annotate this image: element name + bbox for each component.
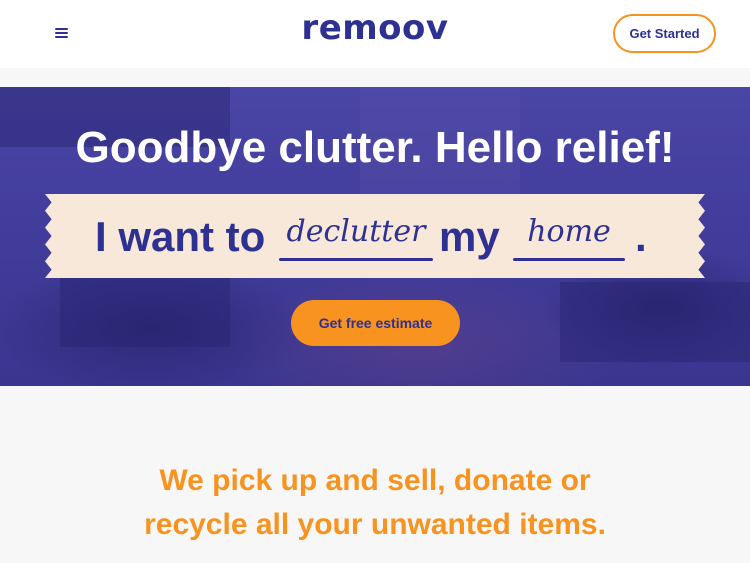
hero-section: Goodbye clutter. Hello relief! I want to… (0, 87, 750, 386)
action-select[interactable]: declutter (279, 214, 433, 249)
background-cabinet (60, 277, 230, 347)
tagline-line-1: We pick up and sell, donate or (159, 464, 591, 497)
get-free-estimate-button[interactable]: Get free estimate (291, 300, 460, 346)
banner-suffix: . (635, 213, 647, 260)
hero-title: Goodbye clutter. Hello relief! (75, 123, 675, 172)
banner-middle: my (439, 213, 500, 260)
action-underline (279, 258, 433, 261)
banner-prefix: I want to (95, 213, 266, 260)
place-underline (513, 258, 625, 261)
site-header: remoov Get Started (0, 0, 750, 68)
background-sofa (560, 282, 750, 362)
declutter-banner: I want to declutter my home . (45, 194, 705, 278)
get-started-button[interactable]: Get Started (613, 14, 716, 53)
tagline-line-2: recycle all your unwanted items. (144, 508, 606, 541)
place-select[interactable]: home (513, 214, 625, 249)
tagline: We pick up and sell, donate or recycle a… (0, 459, 750, 547)
